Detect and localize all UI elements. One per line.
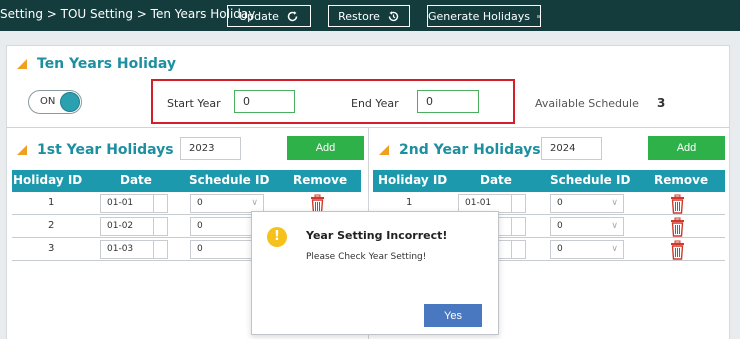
column-header-date: Date (480, 173, 512, 187)
generate-holidays-label: Generate Holidays (428, 9, 530, 23)
yes-button[interactable]: Yes (424, 304, 482, 327)
date-value: 01-02 (107, 221, 134, 231)
history-icon (388, 10, 399, 21)
date-input[interactable]: 01-02 (100, 217, 168, 236)
calendar-icon (537, 14, 540, 18)
holiday-id: 1 (406, 197, 413, 208)
dialog-message: Please Check Year Setting! (306, 252, 427, 262)
year1-table-header: Holiday ID Date Schedule ID Remove (12, 170, 361, 192)
year2-title-text: 2nd Year Holidays (399, 142, 541, 158)
date-input[interactable]: 01-03 (100, 240, 168, 259)
date-spinner-icon[interactable] (511, 218, 525, 235)
panel-title-text: Ten Years Holiday (37, 56, 177, 72)
date-spinner-icon[interactable] (153, 195, 167, 212)
error-dialog: ! Year Setting Incorrect! Please Check Y… (251, 211, 499, 335)
holiday-id: 3 (48, 243, 55, 254)
schedule-value: 0 (197, 244, 203, 254)
holiday-id: 2 (48, 220, 55, 231)
year2-add-button[interactable]: Add (648, 136, 725, 160)
restore-button[interactable]: Restore (328, 5, 410, 27)
column-header-remove: Remove (293, 173, 348, 187)
refresh-icon (287, 10, 298, 21)
year2-table-header: Holiday ID Date Schedule ID Remove (373, 170, 725, 192)
warning-icon: ! (267, 227, 287, 247)
toggle-label: ON (40, 96, 56, 107)
schedule-select[interactable]: 0∨ (550, 217, 624, 236)
schedule-value: 0 (197, 221, 203, 231)
schedule-value: 0 (557, 198, 563, 208)
year1-title-text: 1st Year Holidays (37, 142, 174, 158)
date-spinner-icon[interactable] (153, 241, 167, 258)
start-year-label: Start Year (167, 97, 221, 110)
breadcrumb: Setting > TOU Setting > Ten Years Holida… (0, 7, 256, 21)
date-value: 01-03 (107, 244, 134, 254)
chevron-down-icon: ∨ (611, 198, 618, 208)
chevron-down-icon: ∨ (611, 244, 618, 254)
update-label: Update (239, 9, 279, 23)
date-spinner-icon[interactable] (511, 195, 525, 212)
toggle-knob (60, 92, 80, 112)
trash-icon[interactable] (670, 217, 685, 237)
end-year-input[interactable] (417, 90, 479, 113)
trash-icon[interactable] (670, 194, 685, 214)
update-button[interactable]: Update (227, 5, 311, 27)
column-header-holiday-id: Holiday ID (378, 173, 448, 187)
dialog-title: Year Setting Incorrect! (306, 229, 448, 242)
panel-title: Ten Years Holiday (17, 56, 176, 72)
enable-toggle[interactable]: ON (28, 90, 82, 114)
column-header-remove: Remove (654, 173, 709, 187)
available-schedule-value: 3 (657, 96, 666, 110)
date-value: 01-01 (465, 198, 492, 208)
section-triangle-icon (379, 145, 389, 155)
year1-add-button[interactable]: Add (287, 136, 364, 160)
holiday-id: 1 (48, 197, 55, 208)
column-header-holiday-id: Holiday ID (13, 173, 83, 187)
date-input[interactable]: 01-01 (100, 194, 168, 213)
available-schedule-label: Available Schedule (535, 97, 639, 110)
start-year-input[interactable] (234, 90, 295, 113)
date-spinner-icon[interactable] (511, 241, 525, 258)
schedule-value: 0 (557, 244, 563, 254)
trash-icon[interactable] (670, 240, 685, 260)
chevron-down-icon: ∨ (611, 221, 618, 231)
generate-holidays-button[interactable]: Generate Holidays (427, 5, 541, 27)
column-header-schedule-id: Schedule ID (189, 173, 270, 187)
column-header-schedule-id: Schedule ID (550, 173, 631, 187)
restore-label: Restore (338, 9, 380, 23)
schedule-select[interactable]: 0∨ (550, 194, 624, 213)
year2-year-input[interactable] (541, 137, 602, 160)
section-triangle-icon (17, 59, 27, 69)
schedule-value: 0 (197, 198, 203, 208)
schedule-select[interactable]: 0∨ (550, 240, 624, 259)
column-header-date: Date (120, 173, 152, 187)
date-spinner-icon[interactable] (153, 218, 167, 235)
year1-year-input[interactable] (180, 137, 241, 160)
section-triangle-icon (17, 145, 27, 155)
schedule-value: 0 (557, 221, 563, 231)
end-year-label: End Year (351, 97, 399, 110)
year2-title: 2nd Year Holidays (379, 142, 541, 158)
year1-title: 1st Year Holidays (17, 142, 174, 158)
top-bar: Setting > TOU Setting > Ten Years Holida… (0, 0, 740, 31)
date-value: 01-01 (107, 198, 134, 208)
chevron-down-icon: ∨ (251, 198, 258, 208)
